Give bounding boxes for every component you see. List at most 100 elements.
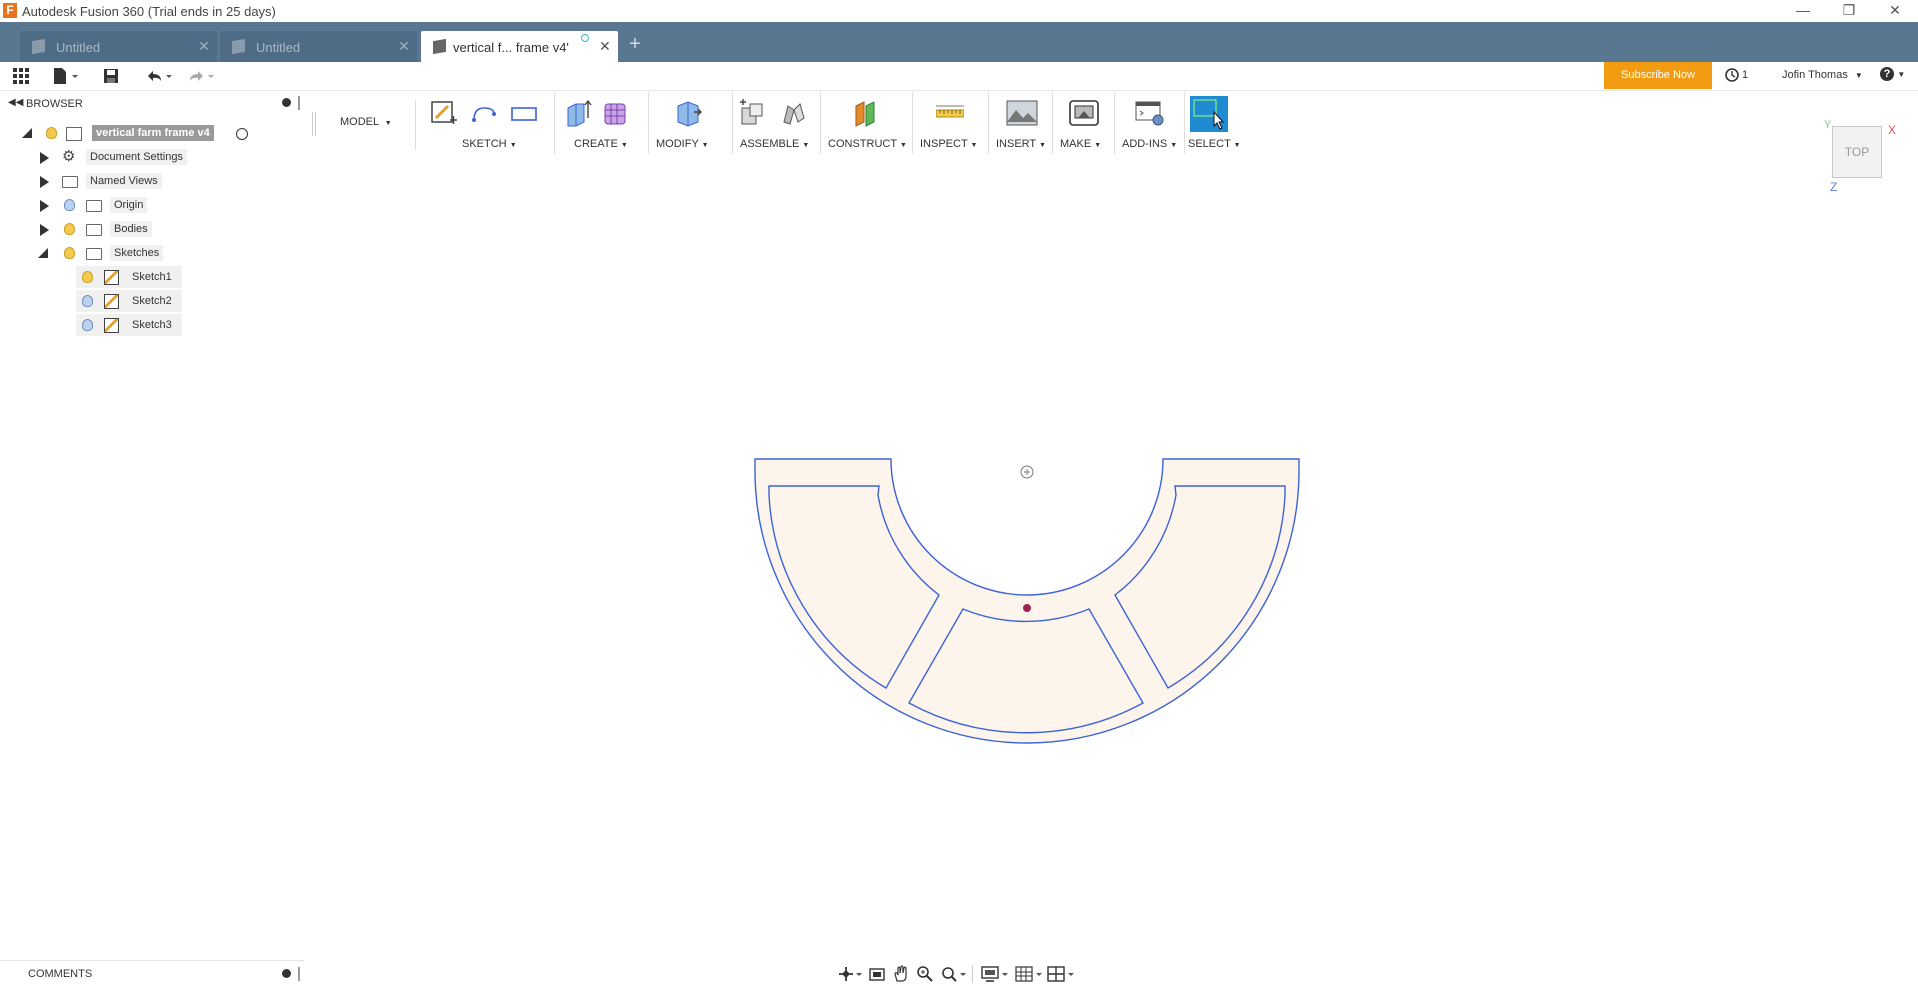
toolbar-dropdown-sketch[interactable]: SKETCH ▼ [462, 138, 517, 150]
toolbar-group-assemble: ASSEMBLE ▼ [732, 92, 821, 154]
toolbar-dropdown-construct[interactable]: CONSTRUCT ▼ [828, 138, 907, 150]
expand-triangle-icon[interactable] [40, 200, 49, 212]
restore-icon[interactable]: ❐ [1826, 0, 1872, 22]
tab-close-icon[interactable]: ✕ [599, 38, 611, 55]
zoom-icon[interactable] [916, 965, 934, 983]
collapse-triangle-icon[interactable] [38, 248, 48, 258]
new-tab-icon[interactable]: + [622, 32, 648, 56]
orbit-icon[interactable] [838, 965, 864, 983]
expand-triangle-icon[interactable] [40, 224, 49, 236]
visibility-bulb-icon[interactable] [82, 271, 93, 283]
viewcube[interactable]: TOP [1832, 126, 1882, 178]
collapse-triangle-icon[interactable] [22, 128, 32, 138]
close-window-icon[interactable]: ✕ [1872, 0, 1918, 22]
toolbar-grip[interactable] [312, 112, 316, 136]
select-tool-button[interactable] [1190, 96, 1228, 132]
save-icon[interactable] [102, 67, 120, 85]
browser-item-bodies[interactable]: Bodies [0, 218, 304, 240]
3d-print-icon[interactable] [1068, 98, 1100, 128]
sketch-profile-right [1114, 485, 1286, 689]
fit-zoom-icon[interactable] [940, 965, 968, 983]
tab-close-icon[interactable]: ✕ [198, 38, 210, 55]
new-component-icon[interactable] [738, 98, 766, 128]
browser-item-sketch2[interactable]: Sketch2 [76, 290, 182, 312]
grid-snaps-icon[interactable] [1014, 965, 1044, 983]
redo-icon[interactable] [186, 67, 216, 85]
toolbar-dropdown-make[interactable]: MAKE ▼ [1060, 138, 1101, 150]
create-sketch-icon[interactable] [430, 98, 458, 128]
undo-icon[interactable] [144, 67, 174, 85]
browser-item-sketch1[interactable]: Sketch1 [76, 266, 182, 288]
press-pull-icon[interactable] [674, 98, 702, 128]
viewports-icon[interactable] [1046, 965, 1076, 983]
browser-item-sketch3[interactable]: Sketch3 [76, 314, 182, 336]
look-at-icon[interactable] [868, 965, 886, 983]
toolbar-dropdown-add-ins[interactable]: ADD-INS ▼ [1122, 138, 1177, 150]
create-form-icon[interactable] [602, 98, 630, 128]
chevron-down-icon: ▼ [1170, 142, 1178, 149]
toolbar-dropdown-assemble[interactable]: ASSEMBLE ▼ [740, 138, 809, 150]
extrude-icon[interactable] [564, 98, 592, 128]
visibility-bulb-icon[interactable] [64, 223, 75, 235]
job-status-clock-icon[interactable] [1724, 67, 1740, 83]
window-title: Autodesk Fusion 360 (Trial ends in 25 da… [22, 4, 276, 19]
help-menu[interactable]: ? ▼ [1880, 66, 1905, 81]
browser-root-row[interactable]: vertical farm frame v4 [0, 122, 304, 144]
offset-plane-icon[interactable] [852, 98, 880, 128]
gear-icon: ⚙ [62, 148, 76, 165]
measure-icon[interactable] [936, 98, 964, 128]
tab-label: Untitled [256, 40, 301, 55]
sketch-rectangle-icon[interactable] [510, 98, 538, 128]
toolbar-dropdown-modify[interactable]: MODIFY ▼ [656, 138, 709, 150]
workspace-label: MODEL [340, 116, 379, 128]
browser-item-named-views[interactable]: Named Views [0, 170, 304, 192]
toolbar-dropdown-inspect[interactable]: INSPECT ▼ [920, 138, 977, 150]
comments-pin-icon[interactable] [298, 967, 300, 981]
tab-untitled-1[interactable]: Untitled ✕ [20, 31, 217, 62]
workspace-switcher[interactable]: MODEL ▼ [340, 116, 392, 128]
browser-item-sketches[interactable]: Sketches [0, 242, 304, 264]
root-component-label[interactable]: vertical farm frame v4 [92, 125, 214, 141]
tree-item-label: Bodies [110, 221, 152, 237]
sketch-line-icon[interactable] [470, 98, 498, 128]
activate-radio-icon[interactable] [236, 128, 248, 140]
subscribe-now-button[interactable]: Subscribe Now [1604, 62, 1712, 89]
insert-image-icon[interactable] [1006, 98, 1038, 128]
file-menu-icon[interactable] [52, 67, 80, 85]
axis-x-label: X [1888, 123, 1897, 137]
user-account-menu[interactable]: Jofin Thomas ▼ [1782, 69, 1863, 81]
browser-item-origin[interactable]: Origin [0, 194, 304, 216]
expand-triangle-icon[interactable] [40, 176, 49, 188]
toolbar-dropdown-create[interactable]: CREATE ▼ [574, 138, 628, 150]
data-panel-grid-icon[interactable] [12, 67, 30, 85]
add-comment-icon[interactable] [282, 969, 291, 978]
group-label: CONSTRUCT [828, 138, 897, 150]
visibility-bulb-icon[interactable] [64, 199, 75, 211]
navbar-divider [972, 965, 973, 983]
group-label: INSPECT [920, 138, 968, 150]
sketch-icon [104, 294, 119, 309]
collapse-browser-icon[interactable]: ◀◀ [8, 97, 23, 108]
pan-hand-icon[interactable] [892, 965, 910, 983]
toolbar-dropdown-select[interactable]: SELECT ▼ [1188, 138, 1241, 150]
browser-options-icon[interactable] [282, 98, 291, 107]
chevron-down-icon: ▼ [970, 142, 978, 149]
chevron-down-icon: ▼ [1039, 142, 1046, 149]
component-icon [66, 127, 82, 141]
visibility-bulb-icon[interactable] [64, 247, 75, 259]
tab-vertical-farm-frame[interactable]: vertical f... frame v4' ✕ [421, 31, 618, 62]
expand-triangle-icon[interactable] [40, 152, 49, 164]
tab-close-icon[interactable]: ✕ [398, 38, 410, 55]
minimize-icon[interactable]: — [1780, 0, 1826, 22]
visibility-bulb-icon[interactable] [82, 319, 93, 331]
joint-icon[interactable] [780, 98, 808, 128]
toolbar-dropdown-insert[interactable]: INSERT ▼ [996, 138, 1046, 150]
visibility-bulb-icon[interactable] [46, 127, 57, 139]
visibility-bulb-icon[interactable] [82, 295, 93, 307]
display-settings-icon[interactable] [980, 965, 1010, 983]
scripts-add-ins-icon[interactable] [1134, 98, 1166, 128]
browser-pin-icon[interactable] [298, 96, 300, 110]
tab-untitled-2[interactable]: Untitled ✕ [220, 31, 417, 62]
origin-marker-icon [1020, 465, 1034, 479]
browser-item-document-settings[interactable]: ⚙ Document Settings [0, 146, 304, 168]
